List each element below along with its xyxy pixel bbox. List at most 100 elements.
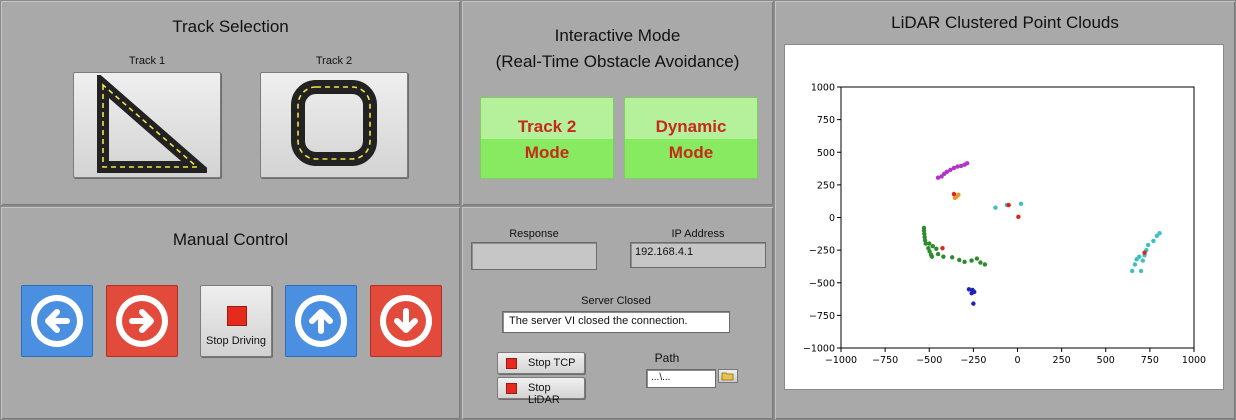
backward-button[interactable] bbox=[370, 285, 442, 357]
lidar-chart: −1000 −750 −500 −250 0 250 500 750 1000 −1000 −750… bbox=[784, 44, 1224, 390]
data-point bbox=[972, 289, 977, 295]
track2-mode-button[interactable]: Track 2 Mode bbox=[480, 97, 614, 179]
data-point bbox=[1145, 242, 1151, 248]
server-closed-label: Server Closed bbox=[581, 295, 651, 307]
data-point bbox=[971, 301, 976, 306]
stop-square-icon bbox=[506, 358, 517, 369]
stop-tcp-label: Stop TCP bbox=[528, 357, 576, 369]
data-point bbox=[1157, 230, 1162, 236]
stop-driving-button[interactable]: Stop Driving bbox=[200, 285, 272, 357]
y-tick-label: 0 bbox=[829, 213, 835, 224]
stop-square-icon bbox=[506, 383, 517, 394]
lidar-scatter-plot: −1000 −750 −500 −250 0 250 500 750 1000 −1000 −750… bbox=[803, 83, 1206, 367]
data-point bbox=[930, 244, 935, 249]
data-point bbox=[974, 256, 980, 261]
stop-lidar-label: Stop LiDAR bbox=[528, 382, 560, 406]
data-point bbox=[949, 255, 955, 260]
data-point bbox=[927, 241, 932, 246]
y-tick-label: 750 bbox=[817, 115, 835, 126]
x-tick-label: −1000 bbox=[825, 355, 857, 366]
response-label: Response bbox=[509, 228, 559, 240]
track1-button[interactable] bbox=[73, 72, 221, 178]
track2-button[interactable] bbox=[260, 72, 408, 178]
y-tick-label: −500 bbox=[809, 278, 835, 289]
triangle-track-icon bbox=[97, 75, 207, 173]
track-selection-panel: Track Selection Track 1 Track 2 bbox=[0, 0, 461, 206]
interactive-title-line2: (Real-Time Obstacle Avoidance) bbox=[495, 52, 740, 71]
data-point bbox=[951, 191, 957, 197]
data-point bbox=[978, 260, 983, 265]
data-point bbox=[1151, 238, 1156, 244]
arrow-up-icon bbox=[295, 295, 347, 347]
x-tick-label: 250 bbox=[1053, 355, 1071, 366]
arrow-left-icon bbox=[31, 295, 83, 347]
data-point bbox=[1132, 262, 1138, 267]
x-tick-label: 1000 bbox=[1182, 355, 1206, 366]
arrow-down-icon bbox=[380, 295, 432, 347]
x-tick-label: −750 bbox=[872, 355, 898, 366]
stop-square-icon bbox=[227, 306, 247, 326]
y-tick-label: 1000 bbox=[811, 83, 835, 94]
y-tick-label: 250 bbox=[817, 180, 835, 191]
track-selection-title: Track Selection bbox=[172, 17, 289, 36]
data-point bbox=[1142, 250, 1147, 255]
response-field bbox=[471, 242, 597, 270]
y-tick-label: 500 bbox=[817, 148, 835, 159]
manual-control-panel: Manual Control Stop Driving bbox=[0, 206, 461, 420]
data-point bbox=[941, 254, 946, 259]
dynamic-mode-line2: Mode bbox=[668, 143, 714, 162]
left-button[interactable] bbox=[21, 285, 93, 357]
right-button[interactable] bbox=[106, 285, 178, 357]
folder-open-icon bbox=[721, 372, 734, 381]
browse-button[interactable] bbox=[718, 369, 738, 383]
data-point bbox=[1137, 254, 1142, 259]
x-tick-label: −250 bbox=[960, 355, 986, 366]
ip-address-label: IP Address bbox=[671, 228, 725, 240]
dynamic-mode-line1: Dynamic bbox=[655, 117, 727, 136]
data-point bbox=[993, 205, 998, 210]
x-tick-label: 500 bbox=[1097, 355, 1115, 366]
interactive-title-line1: Interactive Mode bbox=[554, 26, 681, 45]
rounded-square-track-icon bbox=[291, 80, 377, 166]
data-point bbox=[929, 254, 935, 259]
data-point bbox=[940, 245, 945, 251]
data-point bbox=[934, 246, 939, 252]
stop-tcp-button[interactable]: Stop TCP bbox=[497, 352, 585, 374]
data-point bbox=[1006, 202, 1011, 208]
data-point bbox=[1138, 268, 1144, 274]
x-tick-label: 0 bbox=[1014, 355, 1020, 366]
arrow-right-icon bbox=[116, 295, 168, 347]
path-label: Path bbox=[654, 351, 680, 365]
data-point bbox=[957, 257, 962, 263]
data-point bbox=[935, 251, 941, 257]
track2-mode-line2: Mode bbox=[524, 143, 570, 162]
server-status-field: The server VI closed the connection. bbox=[502, 311, 730, 333]
data-point bbox=[956, 192, 961, 197]
data-point bbox=[1016, 214, 1021, 220]
connection-panel: Response IP Address 192.168.4.1 Server C… bbox=[461, 206, 774, 420]
y-tick-label: −1000 bbox=[803, 344, 835, 355]
dynamic-mode-button[interactable]: Dynamic Mode bbox=[624, 97, 758, 179]
path-field[interactable]: ...\... bbox=[646, 369, 716, 388]
track2-label: Track 2 bbox=[315, 55, 353, 67]
stop-driving-label: Stop Driving bbox=[206, 335, 266, 347]
data-point bbox=[962, 259, 967, 265]
data-point bbox=[969, 258, 974, 263]
track1-label: Track 1 bbox=[128, 55, 166, 67]
data-point bbox=[1140, 258, 1146, 263]
track2-mode-line1: Track 2 bbox=[517, 117, 577, 136]
stop-lidar-button[interactable]: Stop LiDAR bbox=[497, 377, 585, 406]
data-point bbox=[964, 161, 970, 166]
forward-button[interactable] bbox=[285, 285, 357, 357]
x-tick-label: 750 bbox=[1141, 355, 1159, 366]
y-tick-label: −250 bbox=[809, 246, 835, 257]
manual-control-title: Manual Control bbox=[172, 230, 289, 249]
y-tick-label: −750 bbox=[809, 311, 835, 322]
x-tick-label: −500 bbox=[916, 355, 942, 366]
data-point bbox=[1018, 201, 1024, 206]
interactive-mode-panel: Interactive Mode (Real-Time Obstacle Avo… bbox=[461, 0, 774, 206]
data-point bbox=[1130, 268, 1135, 274]
lidar-title: LiDAR Clustered Point Clouds bbox=[891, 13, 1119, 32]
ip-address-field[interactable]: 192.168.4.1 bbox=[630, 242, 766, 268]
data-point bbox=[982, 262, 988, 267]
